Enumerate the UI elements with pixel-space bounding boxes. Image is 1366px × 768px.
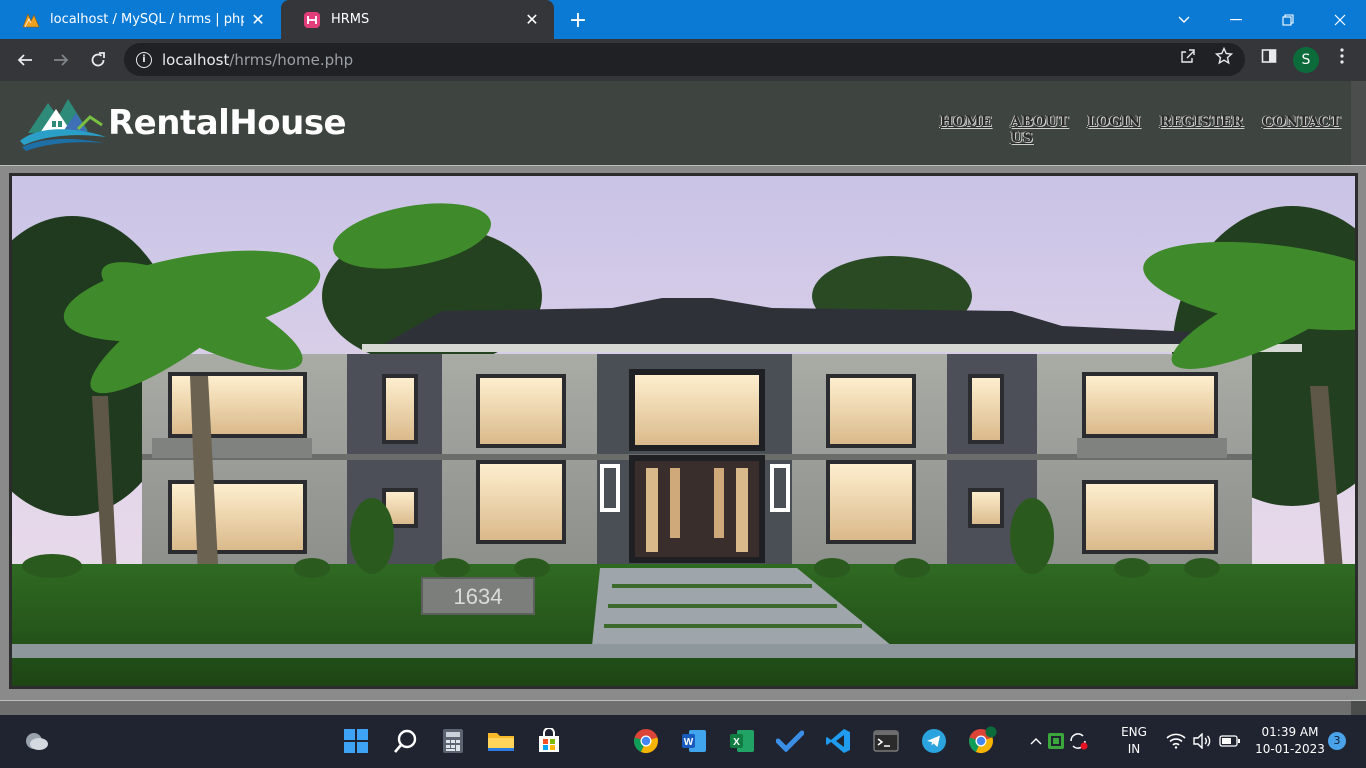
battery-icon[interactable] xyxy=(1214,725,1246,757)
chrome-profile-icon[interactable] xyxy=(966,725,998,757)
nav-register[interactable]: REGISTER xyxy=(1160,114,1244,146)
share-icon[interactable] xyxy=(1175,43,1201,69)
site-header: RentalHouse HOME ABOUT US LOGIN REGISTER… xyxy=(0,81,1351,165)
tab-title: localhost / MySQL / hrms | phpMyA xyxy=(50,12,244,27)
address-bar[interactable]: i localhost/hrms/home.php xyxy=(124,43,1245,76)
window-close-icon[interactable] xyxy=(1314,0,1366,39)
windows-start-icon[interactable] xyxy=(340,725,372,757)
search-icon[interactable] xyxy=(390,725,422,757)
hero-house-image: 1634 xyxy=(9,173,1358,689)
side-panel-icon[interactable] xyxy=(1256,43,1282,69)
clock[interactable]: 01:39 AM 10-01-2023 xyxy=(1250,725,1330,756)
hrms-favicon xyxy=(303,11,321,29)
microsoft-store-icon[interactable] xyxy=(533,725,565,757)
calculator-icon[interactable] xyxy=(437,725,469,757)
rental-house-logo[interactable] xyxy=(18,95,108,153)
vscode-icon[interactable] xyxy=(822,725,854,757)
terminal-icon[interactable] xyxy=(870,725,902,757)
forward-arrow-icon[interactable] xyxy=(46,45,76,75)
minimize-icon[interactable] xyxy=(1210,0,1262,39)
nav-login[interactable]: LOGIN xyxy=(1087,114,1140,146)
nav-about-us[interactable]: ABOUT US xyxy=(1011,114,1069,146)
menu-kebab-icon[interactable] xyxy=(1329,43,1355,69)
restore-icon[interactable] xyxy=(1262,0,1314,39)
back-arrow-icon[interactable] xyxy=(10,45,40,75)
house-number-sign: 1634 xyxy=(454,584,503,609)
tab-search-chevron-icon[interactable] xyxy=(1158,0,1210,39)
sync-icon[interactable] xyxy=(1062,725,1094,757)
svg-text:X: X xyxy=(733,737,740,748)
excel-icon[interactable]: X xyxy=(726,725,758,757)
reload-icon[interactable] xyxy=(83,45,113,75)
nav-home[interactable]: HOME xyxy=(940,114,992,146)
web-page: RentalHouse HOME ABOUT US LOGIN REGISTER… xyxy=(0,81,1366,715)
tab-title: HRMS xyxy=(331,12,370,27)
browser-titlebar: localhost / MySQL / hrms | phpMyA ✕ HRMS… xyxy=(0,0,1366,39)
main-nav: HOME ABOUT US LOGIN REGISTER CONTACT xyxy=(940,114,1360,146)
telegram-icon[interactable] xyxy=(918,725,950,757)
url-text: localhost/hrms/home.php xyxy=(162,50,354,69)
language-indicator[interactable]: ENG IN xyxy=(1112,725,1156,756)
profile-avatar[interactable]: S xyxy=(1293,47,1319,73)
svg-text:W: W xyxy=(684,737,694,748)
todo-check-icon[interactable] xyxy=(774,725,806,757)
chrome-icon[interactable] xyxy=(630,725,662,757)
windows-taskbar: W X ENG IN 01:39 AM 10-01-2023 3 xyxy=(0,715,1366,768)
tab-close-icon[interactable]: ✕ xyxy=(244,6,272,34)
phpmyadmin-icon xyxy=(22,11,40,29)
file-explorer-icon[interactable] xyxy=(485,725,517,757)
site-info-icon[interactable]: i xyxy=(136,51,152,68)
word-icon[interactable]: W xyxy=(678,725,710,757)
weather-icon[interactable] xyxy=(20,725,52,757)
new-tab-button[interactable]: + xyxy=(564,6,592,34)
tab-phpmyadmin[interactable]: localhost / MySQL / hrms | phpMyA ✕ xyxy=(0,0,280,39)
browser-toolbar: i localhost/hrms/home.php S xyxy=(0,39,1366,81)
notification-badge[interactable]: 3 xyxy=(1328,732,1346,750)
brand-name[interactable]: RentalHouse xyxy=(108,103,347,143)
bookmark-star-icon[interactable] xyxy=(1211,43,1237,69)
tab-close-icon[interactable]: ✕ xyxy=(518,6,546,34)
nav-contact[interactable]: CONTACT xyxy=(1262,114,1340,146)
tab-hrms[interactable]: HRMS ✕ xyxy=(281,0,554,39)
